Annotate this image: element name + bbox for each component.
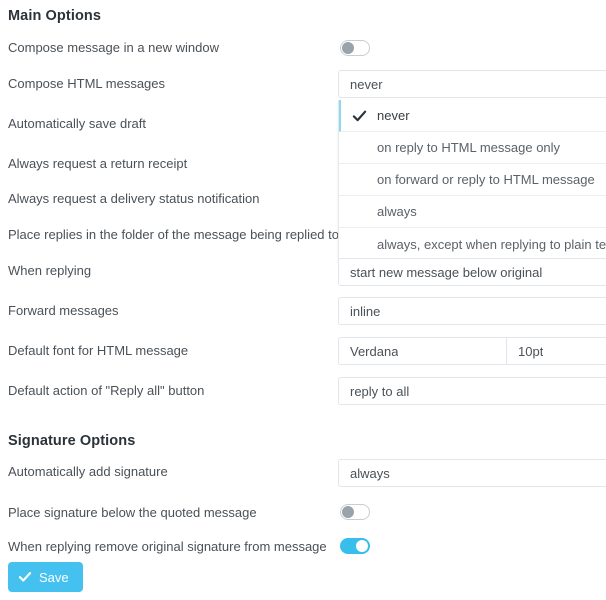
dropdown-option-label: always, except when replying to plain te… bbox=[377, 236, 606, 252]
dropdown-option-never[interactable]: never bbox=[339, 100, 606, 132]
toggle-knob bbox=[342, 42, 354, 54]
toggle-remove-original-signature[interactable] bbox=[340, 538, 370, 554]
toggle-compose-in-new-window[interactable] bbox=[340, 40, 370, 56]
toggle-knob bbox=[356, 540, 368, 552]
select-automatically-add-signature[interactable]: always bbox=[338, 459, 606, 487]
select-default-font-size[interactable]: 10pt bbox=[507, 338, 606, 364]
dropdown-option-label: on forward or reply to HTML message bbox=[377, 172, 595, 187]
select-default-font-group: Verdana 10pt bbox=[338, 337, 606, 365]
check-icon bbox=[18, 572, 32, 582]
dropdown-option-label: on reply to HTML message only bbox=[377, 140, 561, 155]
select-value: inline bbox=[350, 303, 381, 319]
label-always-request-delivery-status: Always request a delivery status notific… bbox=[8, 191, 260, 206]
label-default-font-html-message: Default font for HTML message bbox=[8, 343, 189, 358]
save-button[interactable]: Save bbox=[8, 562, 83, 592]
select-default-action-reply-all[interactable]: reply to all bbox=[338, 377, 606, 405]
label-automatically-add-signature: Automatically add signature bbox=[8, 464, 168, 479]
label-default-action-reply-all: Default action of "Reply all" button bbox=[8, 383, 205, 398]
select-value: always bbox=[350, 465, 390, 481]
dropdown-option-on-reply-html-only[interactable]: on reply to HTML message only bbox=[339, 132, 606, 164]
label-automatically-save-draft: Automatically save draft bbox=[8, 116, 147, 131]
label-always-request-return-receipt: Always request a return receipt bbox=[8, 156, 188, 171]
label-place-replies-in-folder: Place replies in the folder of the messa… bbox=[8, 227, 339, 242]
dropdown-option-always-except-plain-text[interactable]: always, except when replying to plain te… bbox=[339, 228, 606, 260]
dropdown-option-label: always bbox=[377, 204, 417, 219]
section-title-signature-options: Signature Options bbox=[8, 433, 136, 449]
dropdown-option-label: never bbox=[377, 108, 410, 123]
select-value: Verdana bbox=[350, 343, 399, 359]
dropdown-option-always[interactable]: always bbox=[339, 196, 606, 228]
select-forward-messages[interactable]: inline bbox=[338, 297, 606, 325]
dropdown-option-on-forward-or-reply-html[interactable]: on forward or reply to HTML message bbox=[339, 164, 606, 196]
save-button-label: Save bbox=[39, 569, 69, 585]
section-title-main-options: Main Options bbox=[8, 8, 102, 24]
label-compose-in-new-window: Compose message in a new window bbox=[8, 40, 219, 55]
dropdown-compose-html-messages[interactable]: never on reply to HTML message only on f… bbox=[338, 100, 606, 261]
label-forward-messages: Forward messages bbox=[8, 303, 119, 318]
label-when-replying: When replying bbox=[8, 263, 92, 278]
select-value: never bbox=[350, 76, 383, 92]
select-value: reply to all bbox=[350, 383, 410, 399]
toggle-knob bbox=[342, 506, 354, 518]
compose-settings-page: Main Options Compose message in a new wi… bbox=[0, 0, 606, 600]
label-place-signature-below-quote: Place signature below the quoted message bbox=[8, 505, 257, 520]
label-compose-html-messages: Compose HTML messages bbox=[8, 76, 166, 91]
select-when-replying[interactable]: start new message below original bbox=[338, 258, 606, 286]
select-value: 10pt bbox=[518, 343, 544, 359]
label-remove-original-signature: When replying remove original signature … bbox=[8, 539, 327, 554]
check-icon bbox=[352, 110, 367, 121]
select-compose-html-messages[interactable]: never bbox=[338, 70, 606, 98]
select-default-font-family[interactable]: Verdana bbox=[339, 338, 507, 364]
toggle-place-signature-below-quote[interactable] bbox=[340, 504, 370, 520]
select-value: start new message below original bbox=[350, 264, 543, 280]
